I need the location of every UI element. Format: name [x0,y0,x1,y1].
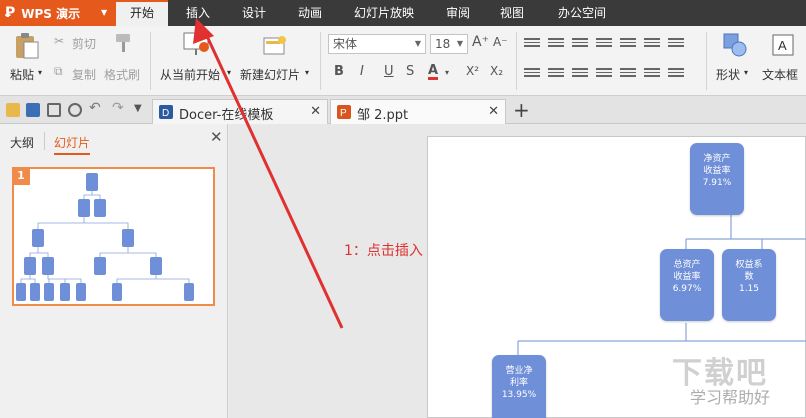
watermark-text: 学习帮助好 [690,388,771,407]
wps-presentation-window: Ꝑ WPS 演示 ▼ 开始 插入 设计 动画 幻灯片放映 审阅 视图 办公空间 … [0,0,806,418]
annotation-text: 1：点击插入 [344,243,423,259]
